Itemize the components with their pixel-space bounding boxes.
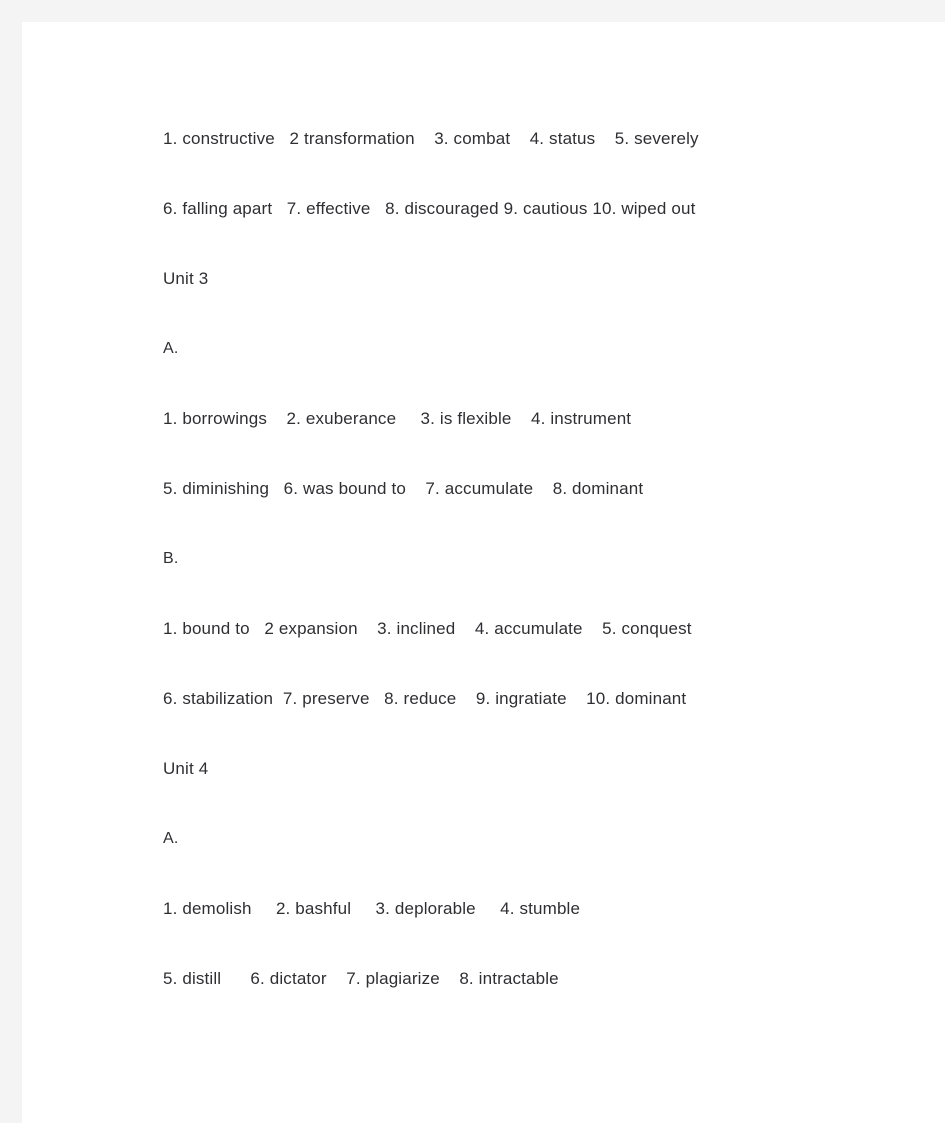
answers-unit4-a-line2: 5. distill 6. dictator 7. plagiarize 8. … bbox=[163, 969, 559, 988]
page-background: 1. constructive 2 transformation 3. comb… bbox=[0, 0, 945, 1123]
answers-unit3-b-line2: 6. stabilization 7. preserve 8. reduce 9… bbox=[163, 689, 687, 708]
answers-unit3-a-line2: 5. diminishing 6. was bound to 7. accumu… bbox=[163, 479, 644, 498]
answers-unit2-b-line2: 6. falling apart 7. effective 8. discour… bbox=[163, 199, 696, 218]
unit-4-heading: Unit 4 bbox=[163, 759, 209, 778]
answers-unit4-a-line1: 1. demolish 2. bashful 3. deplorable 4. … bbox=[163, 899, 581, 918]
answers-unit3-a-line1: 1. borrowings 2. exuberance 3. is flexib… bbox=[163, 409, 632, 428]
unit-3-part-b-label: B. bbox=[163, 550, 179, 567]
answers-unit3-b-line1: 1. bound to 2 expansion 3. inclined 4. a… bbox=[163, 619, 692, 638]
answers-unit2-b-line1: 1. constructive 2 transformation 3. comb… bbox=[163, 129, 699, 148]
unit-3-part-a-label: A. bbox=[163, 340, 179, 357]
document-page: 1. constructive 2 transformation 3. comb… bbox=[22, 22, 945, 1123]
unit-4-part-a-label: A. bbox=[163, 830, 179, 847]
document-text-body: 1. constructive 2 transformation 3. comb… bbox=[163, 104, 923, 1014]
unit-3-heading: Unit 3 bbox=[163, 269, 209, 288]
